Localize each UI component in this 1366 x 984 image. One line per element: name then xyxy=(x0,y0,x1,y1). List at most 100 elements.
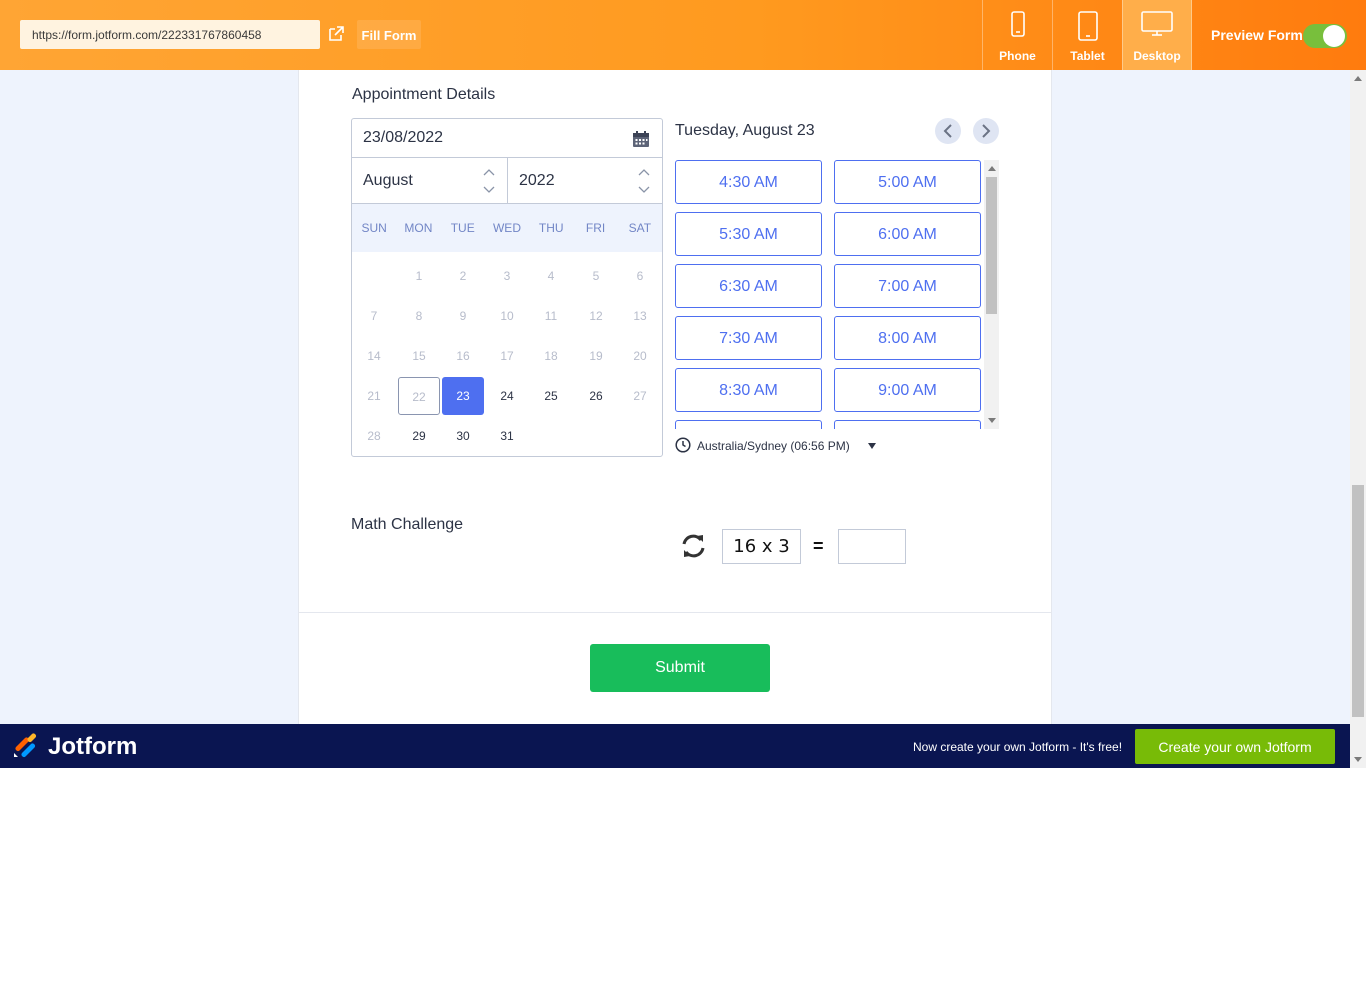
calendar-day: 1 xyxy=(415,269,423,283)
calendar-day: 22 xyxy=(398,377,440,415)
month-select[interactable]: August xyxy=(352,158,508,204)
fill-form-button[interactable]: Fill Form xyxy=(357,20,421,49)
equals-sign: = xyxy=(813,536,824,556)
calendar-day[interactable]: 24 xyxy=(486,377,528,415)
appointment-label: Appointment Details xyxy=(352,86,496,103)
calendar-day: 7 xyxy=(370,309,378,323)
math-challenge-label: Math Challenge xyxy=(351,516,464,533)
calendar-day: 10 xyxy=(500,309,514,323)
calendar-day: 17 xyxy=(500,349,514,363)
calendar-day[interactable]: 29 xyxy=(398,417,440,455)
slot-date-heading: Tuesday, August 23 xyxy=(675,122,815,139)
scroll-down-arrow-icon[interactable] xyxy=(1354,757,1362,762)
date-picker: 23/08/2022 August 2022 SUN MON TUE WED T… xyxy=(351,118,663,457)
calendar-day: 11 xyxy=(544,309,558,323)
device-phone-button[interactable]: Phone xyxy=(982,0,1052,70)
weekday-label: SUN xyxy=(361,221,387,235)
preview-toolbar: https://form.jotform.com/222331767860458… xyxy=(0,0,1366,70)
time-slot-button[interactable] xyxy=(675,420,822,429)
form-url-field[interactable]: https://form.jotform.com/222331767860458 xyxy=(20,20,320,49)
calendar-day: 6 xyxy=(636,269,644,283)
spinner-arrows-icon[interactable] xyxy=(638,168,650,194)
scroll-up-arrow-icon[interactable] xyxy=(1354,76,1362,81)
time-slot-list: 4:30 AM 5:00 AM 5:30 AM 6:00 AM 6:30 AM 7:00 … xyxy=(675,160,999,429)
refresh-icon[interactable] xyxy=(680,533,707,559)
time-slot-button[interactable]: 5:30 AM xyxy=(675,212,822,256)
year-value: 2022 xyxy=(519,172,555,189)
preview-form-toggle[interactable] xyxy=(1303,24,1347,48)
device-tablet-button[interactable]: Tablet xyxy=(1052,0,1122,70)
clock-icon xyxy=(675,437,691,453)
device-label: Desktop xyxy=(1133,49,1181,63)
scroll-thumb[interactable] xyxy=(986,177,997,314)
device-desktop-button[interactable]: Desktop xyxy=(1122,0,1192,70)
time-slot-button[interactable] xyxy=(834,420,981,429)
device-switcher: Phone Tablet Desktop xyxy=(982,0,1192,70)
scroll-up-arrow-icon[interactable] xyxy=(988,166,996,171)
year-select[interactable]: 2022 xyxy=(508,158,662,204)
scroll-thumb[interactable] xyxy=(1352,485,1364,717)
chevron-left-icon xyxy=(943,124,952,138)
chevron-right-icon xyxy=(982,124,991,138)
form-divider xyxy=(298,612,1052,613)
device-label: Phone xyxy=(999,49,1036,63)
calendar-day: 3 xyxy=(503,269,511,283)
month-value: August xyxy=(363,172,413,189)
calendar-day: 9 xyxy=(459,309,467,323)
time-slot-button[interactable]: 8:00 AM xyxy=(834,316,981,360)
calendar-day[interactable]: 25 xyxy=(530,377,572,415)
weekday-label: FRI xyxy=(585,221,606,235)
jotform-logo-icon xyxy=(14,733,36,757)
calendar-day: 19 xyxy=(589,349,603,363)
external-link-icon[interactable] xyxy=(327,25,345,43)
jotform-brand[interactable]: Jotform xyxy=(48,733,137,761)
page-scrollbar[interactable] xyxy=(1350,70,1366,768)
calendar-day[interactable]: 23 xyxy=(442,377,484,415)
preview-form-label: Preview Form xyxy=(1211,27,1303,43)
time-slot-button[interactable]: 4:30 AM xyxy=(675,160,822,204)
submit-button[interactable]: Submit xyxy=(590,644,770,692)
timezone-value: Australia/Sydney (06:56 PM) xyxy=(697,439,850,453)
calendar-day: 20 xyxy=(633,349,647,363)
time-slot-button[interactable]: 6:30 AM xyxy=(675,264,822,308)
calendar-day[interactable]: 30 xyxy=(442,417,484,455)
time-slot-button[interactable]: 7:00 AM xyxy=(834,264,981,308)
date-value: 23/08/2022 xyxy=(363,129,444,146)
next-day-button[interactable] xyxy=(973,118,999,144)
scroll-down-arrow-icon[interactable] xyxy=(988,418,996,423)
weekday-header: SUN MON TUE WED THU FRI SAT xyxy=(352,204,662,252)
time-slot-button[interactable]: 9:00 AM xyxy=(834,368,981,412)
caret-down-icon xyxy=(868,443,876,449)
desktop-icon xyxy=(1141,11,1173,36)
time-slot-button[interactable]: 6:00 AM xyxy=(834,212,981,256)
calendar-day: 27 xyxy=(633,389,647,403)
calendar-day: 14 xyxy=(367,349,381,363)
calendar-day[interactable]: 26 xyxy=(575,377,617,415)
toggle-knob xyxy=(1323,25,1345,47)
calendar-day: 4 xyxy=(547,269,555,283)
calendar-day: 18 xyxy=(544,349,558,363)
spinner-arrows-icon[interactable] xyxy=(483,168,495,194)
calendar-day: 12 xyxy=(589,309,603,323)
weekday-label: SAT xyxy=(628,221,652,235)
calendar-day: 8 xyxy=(415,309,423,323)
weekday-label: THU xyxy=(538,221,564,235)
calendar-icon[interactable] xyxy=(632,130,650,148)
create-jotform-button[interactable]: Create your own Jotform xyxy=(1135,729,1335,764)
calendar-day[interactable]: 31 xyxy=(486,417,528,455)
math-question: 16 x 3 xyxy=(722,529,801,564)
device-label: Tablet xyxy=(1070,49,1105,63)
calendar-day: 28 xyxy=(367,429,381,443)
weekday-label: MON xyxy=(404,221,433,235)
month-year-selectors: August 2022 xyxy=(352,158,662,204)
time-slot-button[interactable]: 7:30 AM xyxy=(675,316,822,360)
prev-day-button[interactable] xyxy=(935,118,961,144)
jotform-banner: Jotform Now create your own Jotform - It… xyxy=(0,724,1350,768)
math-answer-input[interactable] xyxy=(838,529,906,564)
time-slot-button[interactable]: 8:30 AM xyxy=(675,368,822,412)
date-input[interactable]: 23/08/2022 xyxy=(352,119,662,158)
calendar-day: 16 xyxy=(456,349,470,363)
tablet-icon xyxy=(1077,11,1098,41)
time-slot-button[interactable]: 5:00 AM xyxy=(834,160,981,204)
time-slot-scrollbar[interactable] xyxy=(984,160,999,429)
